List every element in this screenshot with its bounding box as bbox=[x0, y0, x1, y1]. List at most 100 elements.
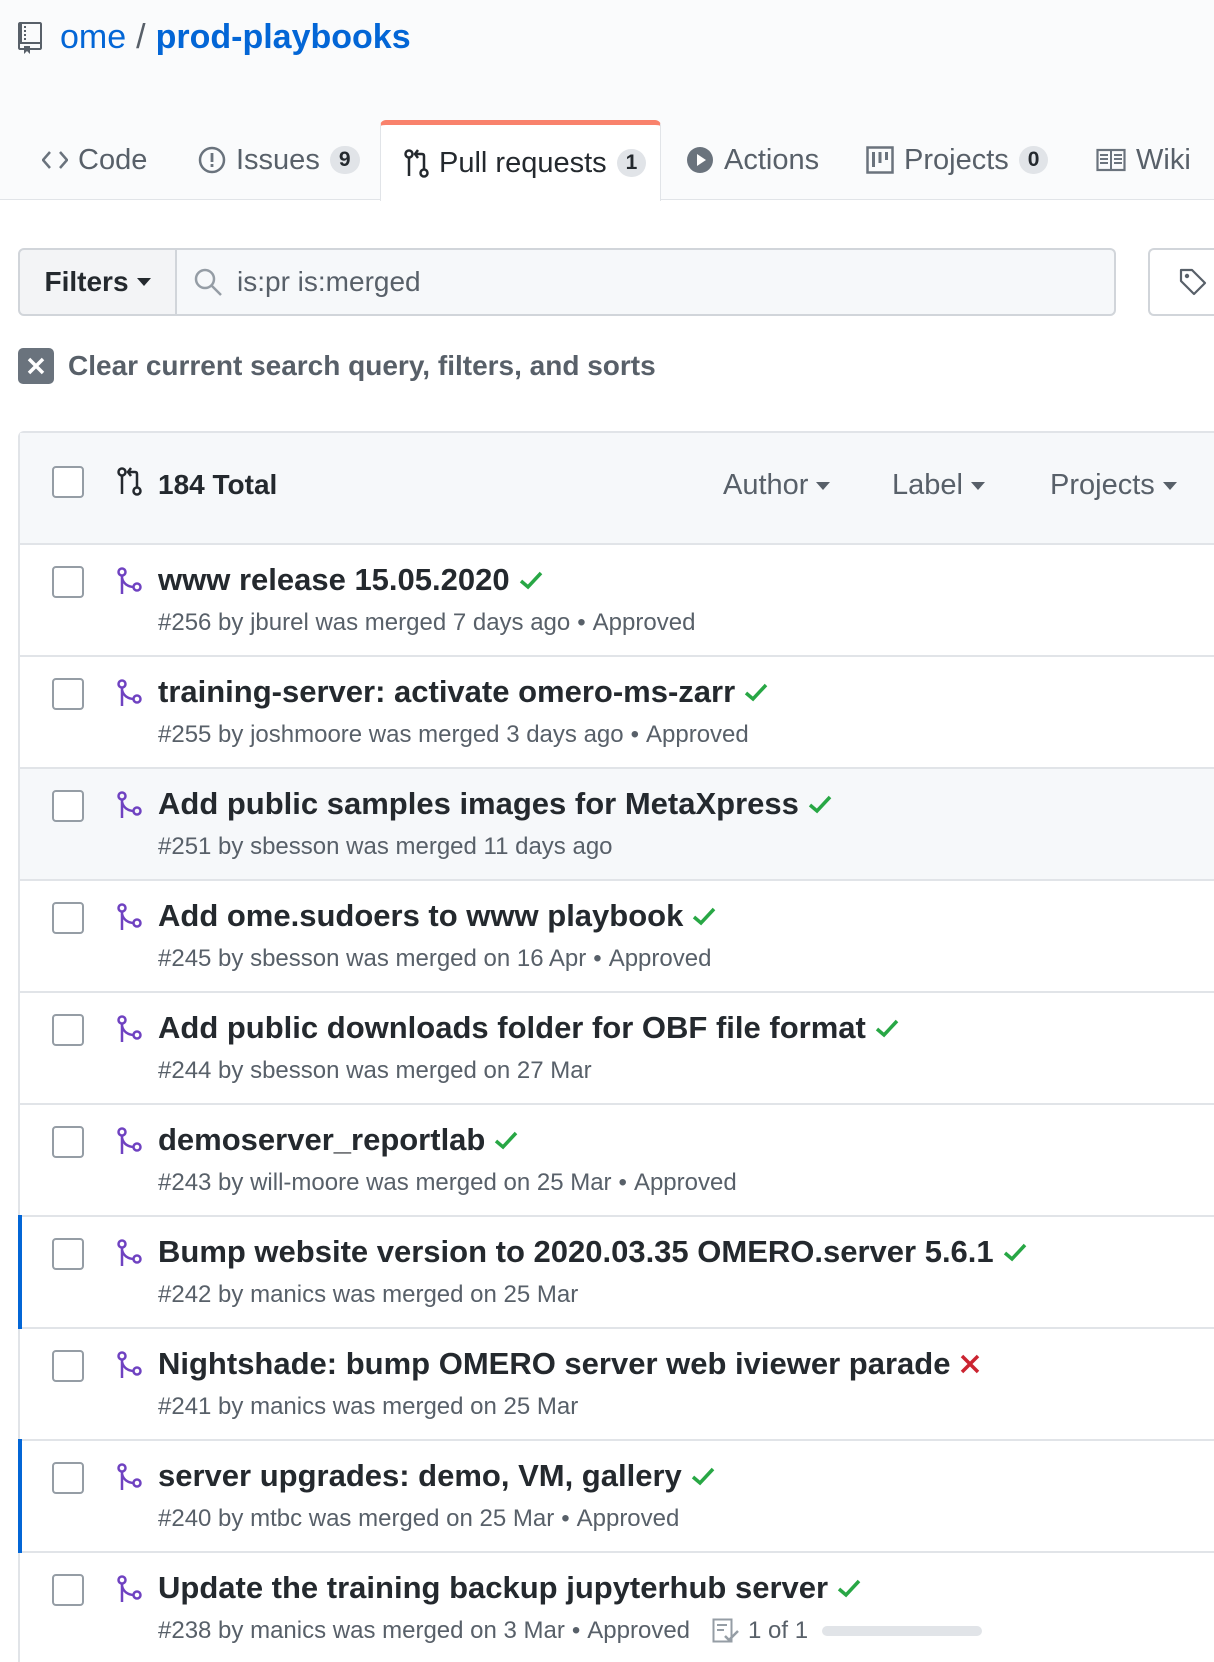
pr-title-link[interactable]: Add public samples images for MetaXpress bbox=[158, 786, 799, 822]
project-icon bbox=[866, 146, 894, 174]
task-progress: 1 of 1 bbox=[712, 1617, 983, 1645]
tab-pull-requests-label: Pull requests bbox=[439, 146, 607, 179]
pull-request-row[interactable]: Add public downloads folder for OBF file… bbox=[20, 993, 1214, 1105]
book-icon bbox=[1096, 148, 1126, 172]
separator-bullet: • bbox=[571, 1617, 581, 1644]
row-checkbox[interactable] bbox=[52, 566, 84, 598]
check-icon[interactable] bbox=[518, 567, 544, 593]
tab-projects[interactable]: Projects 0 bbox=[866, 120, 1049, 200]
pull-request-row[interactable]: Nightshade: bump OMERO server web iviewe… bbox=[20, 1329, 1214, 1441]
task-progress-bar bbox=[822, 1626, 983, 1636]
pull-request-row[interactable]: www release 15.05.2020 #256 by jburel was… bbox=[20, 545, 1214, 657]
pull-request-row[interactable]: Add public samples images for MetaXpress… bbox=[20, 769, 1214, 881]
repo-name-link[interactable]: prod-playbooks bbox=[156, 18, 411, 57]
repo-separator: / bbox=[136, 18, 146, 56]
pull-request-row[interactable]: Update the training backup jupyterhub se… bbox=[20, 1553, 1214, 1662]
pr-title-link[interactable]: server upgrades: demo, VM, gallery bbox=[158, 1458, 682, 1494]
tab-actions-label: Actions bbox=[724, 143, 820, 176]
row-checkbox[interactable] bbox=[52, 1126, 84, 1158]
check-icon[interactable] bbox=[743, 679, 769, 705]
tab-pull-requests[interactable]: Pull requests 1 bbox=[380, 120, 661, 201]
tab-actions[interactable]: Actions bbox=[686, 120, 819, 200]
merged-pr-icon bbox=[116, 902, 142, 937]
tab-wiki[interactable]: Wiki bbox=[1096, 120, 1191, 200]
check-icon[interactable] bbox=[874, 1015, 900, 1041]
select-all-checkbox[interactable] bbox=[52, 466, 84, 498]
search-box[interactable] bbox=[177, 248, 1116, 316]
task-count: 1 of 1 bbox=[748, 1617, 809, 1644]
merged-pr-icon bbox=[116, 1574, 142, 1609]
checklist-icon bbox=[712, 1618, 740, 1644]
repo-owner-link[interactable]: ome bbox=[60, 18, 126, 57]
row-checkbox[interactable] bbox=[52, 1014, 84, 1046]
check-icon[interactable] bbox=[690, 1463, 716, 1489]
filters-button-label: Filters bbox=[44, 266, 129, 297]
merged-pr-icon bbox=[116, 1462, 142, 1497]
pr-title-link[interactable]: Bump website version to 2020.03.35 OMERO… bbox=[158, 1234, 994, 1270]
issue-icon bbox=[198, 146, 226, 174]
review-status[interactable]: Approved bbox=[577, 1505, 680, 1533]
repo-title: ome / prod-playbooks bbox=[18, 18, 411, 57]
row-checkbox[interactable] bbox=[52, 678, 84, 710]
pr-title-link[interactable]: training-server: activate omero-ms-zarr bbox=[158, 674, 735, 710]
labels-button[interactable] bbox=[1148, 248, 1214, 316]
author-filter-menu[interactable]: Author bbox=[723, 469, 831, 502]
author-filter-label: Author bbox=[723, 469, 809, 501]
tab-code-label: Code bbox=[78, 143, 148, 176]
check-icon[interactable] bbox=[836, 1575, 862, 1601]
tab-issues[interactable]: Issues 9 bbox=[198, 120, 360, 200]
row-checkbox[interactable] bbox=[52, 1238, 84, 1270]
projects-filter-label: Projects bbox=[1050, 469, 1155, 501]
check-icon[interactable] bbox=[1002, 1239, 1028, 1265]
code-icon bbox=[42, 151, 68, 169]
row-checkbox[interactable] bbox=[52, 902, 84, 934]
pull-request-row[interactable]: Add ome.sudoers to www playbook #245 by s… bbox=[20, 881, 1214, 993]
pull-requests-count-badge: 1 bbox=[616, 149, 647, 177]
x-icon[interactable] bbox=[958, 1352, 982, 1376]
label-filter-label: Label bbox=[892, 469, 963, 501]
row-checkbox[interactable] bbox=[52, 790, 84, 822]
merged-pr-icon bbox=[116, 1126, 142, 1161]
row-checkbox[interactable] bbox=[52, 1350, 84, 1382]
tab-wiki-label: Wiki bbox=[1136, 143, 1191, 176]
projects-filter-menu[interactable]: Projects bbox=[1050, 469, 1177, 502]
tab-projects-label: Projects bbox=[904, 143, 1009, 176]
chevron-down-icon bbox=[816, 482, 831, 491]
check-icon[interactable] bbox=[493, 1127, 519, 1153]
pr-meta: #255 by joshmoore was merged 3 days ago bbox=[158, 721, 624, 748]
review-status[interactable]: Approved bbox=[587, 1617, 690, 1645]
pr-title-link[interactable]: Add ome.sudoers to www playbook bbox=[158, 898, 683, 934]
issues-count-badge: 9 bbox=[329, 146, 360, 174]
pr-title-link[interactable]: Add public downloads folder for OBF file… bbox=[158, 1010, 866, 1046]
label-filter-menu[interactable]: Label bbox=[892, 469, 985, 502]
clear-filters-link[interactable]: Clear current search query, filters, and… bbox=[18, 348, 656, 384]
pull-request-row[interactable]: training-server: activate omero-ms-zarr #… bbox=[20, 657, 1214, 769]
review-status[interactable]: Approved bbox=[593, 609, 696, 637]
review-status[interactable]: Approved bbox=[609, 945, 712, 973]
tab-code[interactable]: Code bbox=[42, 120, 147, 200]
check-icon[interactable] bbox=[691, 903, 717, 929]
filters-button[interactable]: Filters bbox=[18, 248, 177, 316]
separator-bullet: • bbox=[593, 945, 602, 972]
review-status[interactable]: Approved bbox=[634, 1169, 737, 1197]
pr-title-link[interactable]: Nightshade: bump OMERO server web iviewe… bbox=[158, 1346, 950, 1382]
pr-meta: #243 by will-moore was merged on 25 Mar bbox=[158, 1169, 612, 1196]
pull-request-row[interactable]: Bump website version to 2020.03.35 OMERO… bbox=[18, 1215, 1214, 1329]
merged-pr-icon bbox=[116, 566, 142, 601]
row-checkbox[interactable] bbox=[52, 1462, 84, 1494]
pull-request-row[interactable]: demoserver_reportlab #243 by will-moore w… bbox=[20, 1105, 1214, 1217]
check-icon[interactable] bbox=[807, 791, 833, 817]
pr-title-link[interactable]: demoserver_reportlab bbox=[158, 1122, 485, 1158]
pr-title-link[interactable]: Update the training backup jupyterhub se… bbox=[158, 1570, 828, 1606]
pull-request-icon bbox=[117, 467, 142, 496]
review-status[interactable]: Approved bbox=[646, 721, 749, 749]
pr-title-link[interactable]: www release 15.05.2020 bbox=[158, 562, 510, 598]
pr-meta: #245 by sbesson was merged on 16 Apr bbox=[158, 945, 587, 972]
pull-request-row[interactable]: server upgrades: demo, VM, gallery #240 b… bbox=[18, 1439, 1214, 1553]
chevron-down-icon bbox=[970, 482, 985, 491]
pr-meta: #238 by manics was merged on 3 Mar bbox=[158, 1617, 565, 1644]
row-checkbox[interactable] bbox=[52, 1574, 84, 1606]
merged-pr-icon bbox=[116, 1238, 142, 1273]
pr-meta: #241 by manics was merged on 25 Mar bbox=[158, 1393, 579, 1420]
search-input[interactable] bbox=[237, 266, 1037, 298]
